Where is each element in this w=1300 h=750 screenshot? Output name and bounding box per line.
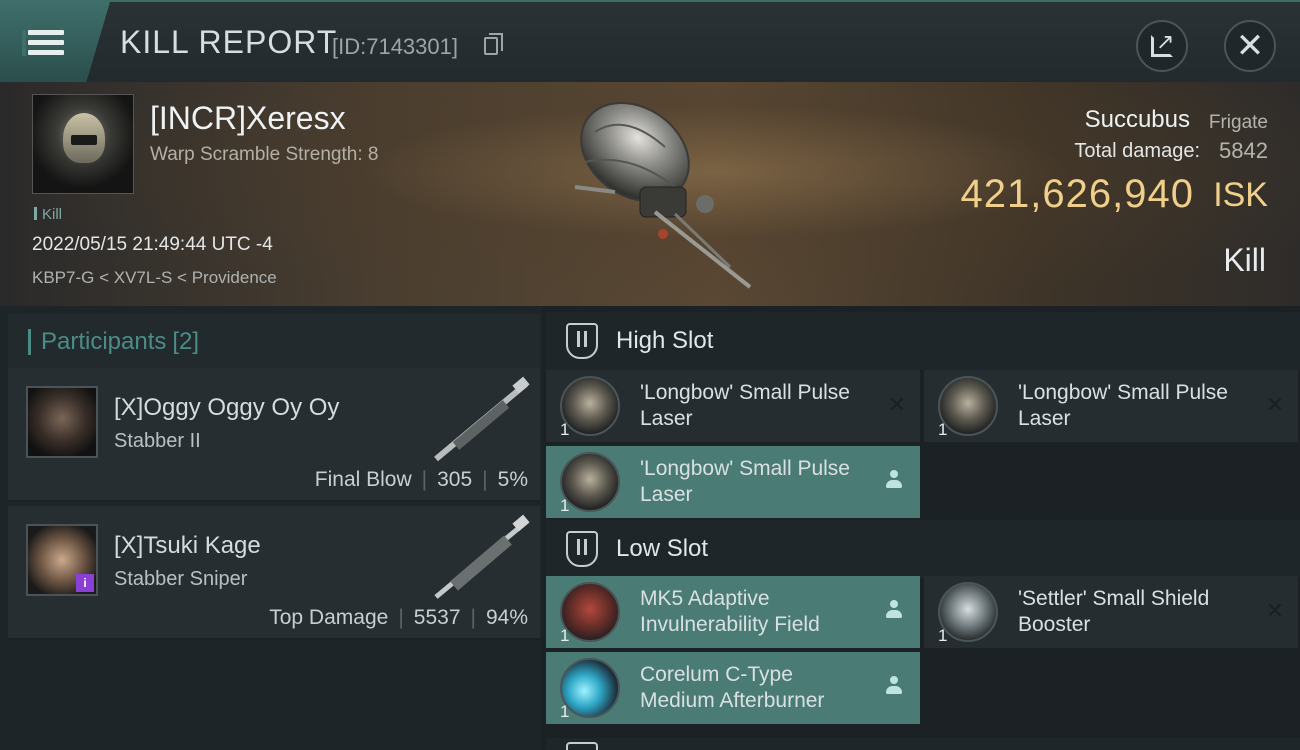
report-id: [ID:7143301]	[332, 34, 458, 59]
participant-stats: Top Damage | 5537 | 94%	[269, 606, 528, 629]
ship-image[interactable]	[555, 92, 765, 292]
high-slot-icon	[566, 323, 598, 359]
module-name: 'Longbow' Small Pulse Laser	[640, 381, 850, 430]
module-name: 'Longbow' Small Pulse Laser	[1018, 381, 1228, 430]
module-quantity: 1	[938, 420, 948, 439]
kill-location[interactable]: KBP7-G < XV7L-S < Providence	[32, 268, 277, 288]
warp-scramble-strength: Warp Scramble Strength: 8	[150, 144, 379, 165]
module-name: 'Settler' Small Shield Booster	[1018, 587, 1210, 636]
participant-percent: 5%	[497, 468, 528, 491]
module-name: Corelum C-Type Medium Afterburner	[640, 663, 825, 712]
low-slot-icon	[566, 531, 598, 567]
dropped-person-icon	[886, 470, 908, 492]
avatar[interactable]: i	[26, 524, 98, 596]
copy-icon[interactable]	[484, 33, 503, 55]
mid-slot-header-partial	[546, 738, 1300, 750]
destroyed-x-icon: ✕	[1265, 392, 1285, 417]
module-quantity: 1	[560, 702, 570, 721]
ship-class: Frigate	[1208, 112, 1268, 133]
avatar[interactable]	[26, 386, 98, 458]
page-title: KILL REPORT	[120, 24, 338, 60]
module-quantity: 1	[938, 626, 948, 645]
module-item[interactable]: 1 'Longbow' Small Pulse Laser	[546, 446, 920, 518]
destroyed-x-icon: ✕	[887, 392, 907, 417]
weapon-icon	[434, 514, 530, 599]
menu-button[interactable]	[0, 2, 110, 84]
low-slot-label: Low Slot	[616, 535, 709, 562]
kill-tag: Kill	[34, 206, 62, 223]
module-quantity: 1	[560, 420, 570, 439]
participant-ship: Stabber Sniper	[114, 568, 248, 590]
dropped-person-icon	[886, 676, 908, 698]
participants-count: [2]	[172, 328, 200, 355]
module-quantity: 1	[560, 496, 570, 515]
participant-damage: 5537	[413, 606, 461, 629]
high-slot-header: High Slot	[546, 312, 1300, 370]
info-badge: i	[76, 574, 94, 592]
low-slot-header: Low Slot	[546, 520, 1300, 578]
weapon-icon	[434, 376, 530, 462]
participants-label: Participants	[41, 328, 167, 355]
participant-name: [X]Tsuki Kage	[114, 532, 261, 559]
module-item[interactable]: 1 'Longbow' Small Pulse Laser ✕	[546, 370, 920, 442]
participant-row[interactable]: i [X]Tsuki Kage Stabber Sniper Top Damag…	[8, 506, 540, 640]
destroyed-x-icon: ✕	[1265, 598, 1285, 623]
module-item[interactable]: 1 MK5 Adaptive Invulnerability Field	[546, 576, 920, 648]
participant-stats: Final Blow | 305 | 5%	[314, 468, 528, 491]
module-quantity: 1	[560, 626, 570, 645]
close-button[interactable]: ✕	[1224, 20, 1276, 72]
title-bar: KILL REPORT [ID:7143301] ✕	[0, 0, 1300, 84]
module-name: MK5 Adaptive Invulnerability Field	[640, 587, 820, 636]
participant-damage: 305	[437, 468, 473, 491]
hamburger-menu-icon	[22, 30, 64, 56]
participant-row[interactable]: [X]Oggy Oggy Oy Oy Stabber II Final Blow…	[8, 368, 540, 502]
module-item[interactable]: 1 Corelum C-Type Medium Afterburner	[546, 652, 920, 724]
share-button[interactable]	[1136, 20, 1188, 72]
dropped-person-icon	[886, 600, 908, 622]
isk-unit: ISK	[1213, 176, 1268, 214]
participant-role: Final Blow	[314, 468, 412, 491]
total-damage-value: 5842	[1219, 138, 1268, 163]
victim-banner: [INCR]Xeresx Warp Scramble Strength: 8 K…	[0, 82, 1300, 306]
module-item[interactable]: 1 'Settler' Small Shield Booster ✕	[924, 576, 1298, 648]
ship-name[interactable]: Succubus	[1085, 106, 1190, 134]
isk-value: 421,626,940	[960, 172, 1194, 216]
module-item[interactable]: 1 'Longbow' Small Pulse Laser ✕	[924, 370, 1298, 442]
participant-role: Top Damage	[269, 606, 389, 629]
participants-panel: Participants [2] [X]Oggy Oggy Oy Oy Stab…	[0, 306, 542, 750]
fitting-panel: High Slot 1 'Longbow' Small Pulse Laser …	[542, 306, 1300, 750]
victim-portrait[interactable]	[32, 94, 134, 194]
kill-datetime: 2022/05/15 21:49:44 UTC -4	[32, 234, 273, 255]
participant-name: [X]Oggy Oggy Oy Oy	[114, 394, 340, 421]
module-name: 'Longbow' Small Pulse Laser	[640, 457, 850, 506]
close-icon: ✕	[1235, 27, 1265, 65]
outcome-label: Kill	[1223, 242, 1266, 278]
victim-pilot-name[interactable]: [INCR]Xeresx	[150, 100, 346, 137]
share-external-icon	[1151, 29, 1174, 57]
total-damage-label: Total damage:	[1074, 140, 1200, 162]
high-slot-label: High Slot	[616, 327, 714, 354]
mid-slot-icon	[566, 742, 598, 750]
participant-ship: Stabber II	[114, 430, 201, 452]
participants-header: Participants [2]	[8, 314, 540, 370]
participant-percent: 94%	[485, 606, 528, 629]
